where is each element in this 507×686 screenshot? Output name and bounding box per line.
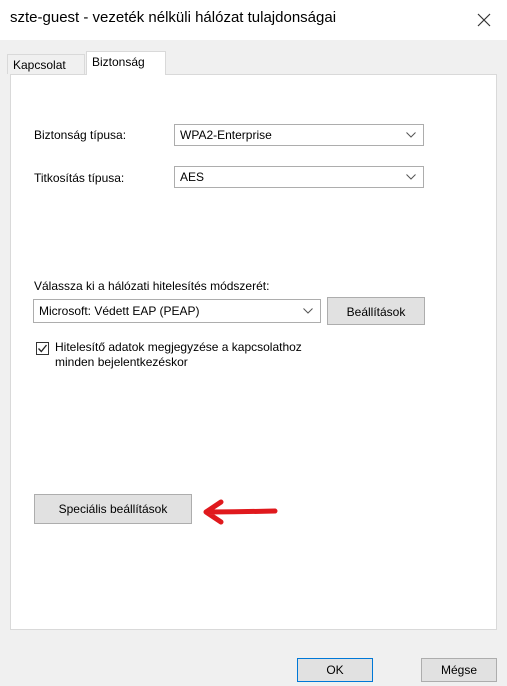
security-type-select[interactable]: WPA2-Enterprise	[174, 124, 424, 146]
ok-button[interactable]: OK	[297, 658, 373, 682]
cancel-button[interactable]: Mégse	[421, 658, 497, 682]
advanced-settings-button[interactable]: Speciális beállítások	[34, 494, 192, 524]
security-type-value: WPA2-Enterprise	[180, 128, 272, 142]
tab-kapcsolat[interactable]: Kapcsolat	[7, 54, 85, 74]
auth-method-select[interactable]: Microsoft: Védett EAP (PEAP)	[33, 299, 321, 323]
remember-credentials-line2: minden bejelentkezéskor	[55, 355, 188, 369]
security-type-label: Biztonság típusa:	[34, 128, 127, 142]
auth-method-value: Microsoft: Védett EAP (PEAP)	[39, 304, 200, 318]
close-button[interactable]	[461, 0, 507, 40]
title-bar: szte-guest - vezeték nélküli hálózat tul…	[0, 0, 507, 40]
encryption-type-value: AES	[180, 170, 205, 184]
checkmark-icon	[38, 344, 48, 353]
red-arrow-left-icon	[203, 499, 278, 525]
remember-credentials-checkbox[interactable]	[36, 342, 49, 355]
chevron-down-icon	[405, 167, 417, 187]
encryption-type-label: Titkosítás típusa:	[34, 171, 125, 185]
encryption-type-select[interactable]: AES	[174, 166, 424, 188]
window-title: szte-guest - vezeték nélküli hálózat tul…	[10, 9, 337, 26]
remember-credentials-line1: Hitelesítő adatok megjegyzése a kapcsola…	[55, 340, 302, 354]
chevron-down-icon	[302, 300, 314, 322]
remember-credentials-label: Hitelesítő adatok megjegyzése a kapcsola…	[55, 340, 302, 370]
settings-button[interactable]: Beállítások	[327, 297, 425, 325]
close-icon	[477, 13, 491, 27]
auth-method-label: Válassza ki a hálózati hitelesítés módsz…	[34, 279, 270, 293]
tab-biztonsag[interactable]: Biztonság	[86, 51, 166, 75]
chevron-down-icon	[405, 125, 417, 145]
